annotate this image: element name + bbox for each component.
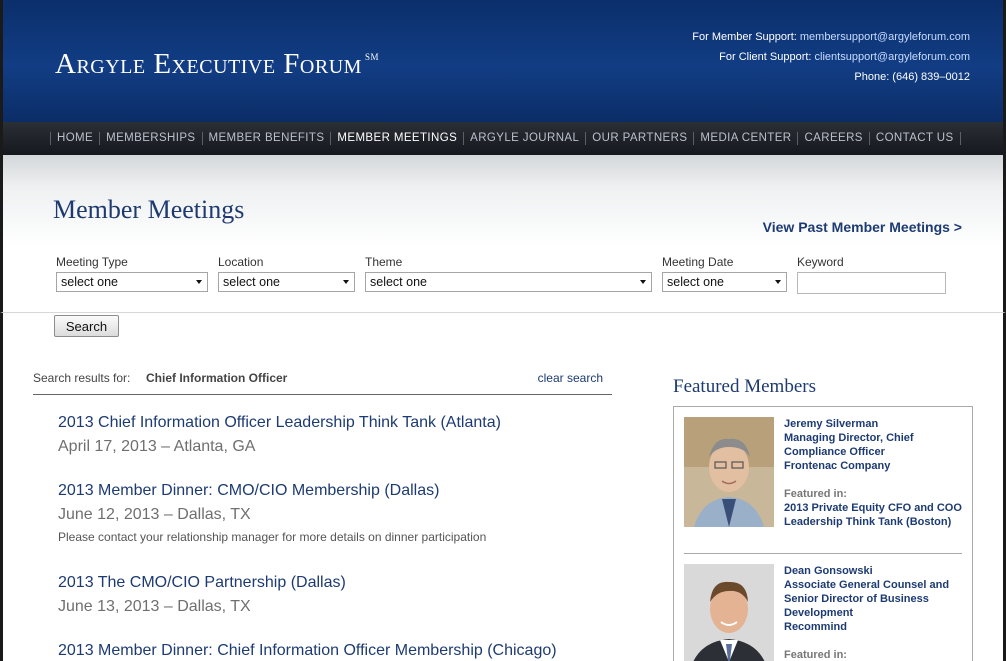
client-support-email-link[interactable]: clientsupport@argyleforum.com bbox=[815, 51, 970, 63]
meeting-type-label: Meeting Type bbox=[56, 255, 128, 269]
nav-item-member-meetings[interactable]: MEMBER MEETINGS bbox=[330, 132, 463, 145]
nav-item-careers[interactable]: CAREERS bbox=[797, 132, 868, 145]
result-title-link[interactable]: 2013 Member Dinner: CMO/CIO Membership (… bbox=[58, 482, 486, 500]
nav-item-memberships[interactable]: MEMBERSHIPS bbox=[99, 132, 201, 145]
client-support-label: For Client Support: bbox=[719, 51, 812, 63]
nav-item-member-benefits[interactable]: MEMBER BENEFITS bbox=[201, 132, 331, 145]
nav-item-our-partners[interactable]: OUR PARTNERS bbox=[585, 132, 693, 145]
chevron-down-icon bbox=[196, 280, 202, 284]
member-title: Associate General Counsel and Senior Dir… bbox=[784, 579, 950, 619]
list-item: 2013 Member Dinner: Chief Information Of… bbox=[58, 642, 557, 660]
featured-in-event-link[interactable]: 2013 Private Equity CFO and COO Leadersh… bbox=[784, 501, 964, 529]
site-header: Argyle Executive Forum SM For Member Supp… bbox=[0, 0, 1006, 122]
featured-in-label: Featured in: bbox=[784, 488, 847, 500]
member-photo[interactable] bbox=[684, 417, 774, 527]
result-note: Please contact your relationship manager… bbox=[58, 530, 487, 544]
list-item: 2013 The CMO/CIO Partnership (Dallas) Ju… bbox=[58, 574, 346, 616]
result-title-link[interactable]: 2013 Member Dinner: Chief Information Of… bbox=[58, 642, 557, 660]
featured-in-label: Featured in: bbox=[784, 649, 847, 661]
list-item: 2013 Member Dinner: CMO/CIO Membership (… bbox=[58, 482, 486, 544]
page-title: Member Meetings bbox=[53, 195, 245, 224]
support-phone: Phone: (646) 839–0012 bbox=[854, 71, 970, 83]
member-company: Frontenac Company bbox=[784, 460, 891, 472]
member-info: Jeremy Silverman Managing Director, Chie… bbox=[784, 417, 964, 529]
client-support-line: For Client Support: clientsupport@argyle… bbox=[719, 51, 970, 63]
site-logo[interactable]: Argyle Executive Forum SM bbox=[55, 48, 379, 81]
result-title-link[interactable]: 2013 The CMO/CIO Partnership (Dallas) bbox=[58, 574, 346, 592]
member-info: Dean Gonsowski Associate General Counsel… bbox=[784, 564, 964, 661]
service-mark: SM bbox=[364, 52, 379, 62]
location-select[interactable]: select one bbox=[218, 272, 355, 292]
result-title-link[interactable]: 2013 Chief Information Officer Leadershi… bbox=[58, 414, 501, 432]
member-support-label: For Member Support: bbox=[692, 31, 797, 43]
featured-members-panel: Jeremy Silverman Managing Director, Chie… bbox=[673, 406, 973, 661]
keyword-input[interactable] bbox=[797, 272, 946, 294]
main-nav: HOME MEMBERSHIPS MEMBER BENEFITS MEMBER … bbox=[0, 122, 1006, 155]
member-portrait-icon bbox=[684, 564, 774, 661]
theme-select[interactable]: select one bbox=[365, 272, 652, 292]
meeting-type-value: select one bbox=[61, 275, 118, 289]
result-date: June 13, 2013 – Dallas, TX bbox=[58, 598, 251, 615]
keyword-label: Keyword bbox=[797, 255, 844, 269]
meeting-date-value: select one bbox=[667, 275, 724, 289]
member-company: Recommind bbox=[784, 621, 847, 633]
theme-label: Theme bbox=[365, 255, 403, 269]
member-support-email-link[interactable]: membersupport@argyleforum.com bbox=[800, 31, 970, 43]
nav-item-home[interactable]: HOME bbox=[50, 132, 99, 145]
chevron-down-icon bbox=[640, 280, 646, 284]
member-divider bbox=[684, 553, 962, 554]
location-value: select one bbox=[223, 275, 280, 289]
chevron-down-icon bbox=[775, 280, 781, 284]
member-title: Managing Director, Chief Compliance Offi… bbox=[784, 432, 914, 458]
location-label: Location bbox=[218, 255, 264, 269]
clear-search-link[interactable]: clear search bbox=[538, 371, 603, 385]
meeting-date-label: Meeting Date bbox=[662, 255, 734, 269]
search-button[interactable]: Search bbox=[54, 315, 119, 337]
nav-item-argyle-journal[interactable]: ARGYLE JOURNAL bbox=[463, 132, 585, 145]
list-item: 2013 Chief Information Officer Leadershi… bbox=[58, 414, 501, 456]
member-name[interactable]: Jeremy Silverman bbox=[784, 417, 964, 431]
member-name[interactable]: Dean Gonsowski bbox=[784, 564, 964, 578]
chevron-down-icon bbox=[343, 280, 349, 284]
theme-value: select one bbox=[370, 275, 427, 289]
meeting-type-select[interactable]: select one bbox=[56, 272, 208, 292]
result-date: June 12, 2013 – Dallas, TX bbox=[58, 506, 251, 523]
member-portrait-icon bbox=[684, 417, 774, 527]
logo-text: Argyle Executive Forum bbox=[55, 48, 362, 80]
nav-item-contact-us[interactable]: CONTACT US bbox=[868, 132, 961, 145]
member-photo[interactable] bbox=[684, 564, 774, 661]
member-support-line: For Member Support: membersupport@argyle… bbox=[692, 31, 970, 43]
nav-item-media-center[interactable]: MEDIA CENTER bbox=[693, 132, 797, 145]
featured-members-heading: Featured Members bbox=[673, 376, 816, 397]
results-label: Search results for: bbox=[33, 371, 131, 385]
meeting-date-select[interactable]: select one bbox=[662, 272, 787, 292]
results-query: Chief Information Officer bbox=[146, 371, 288, 385]
results-header: Search results for: Chief Information Of… bbox=[33, 369, 612, 395]
result-date: April 17, 2013 – Atlanta, GA bbox=[58, 438, 256, 455]
search-filters: Meeting Type select one Location select … bbox=[0, 247, 1006, 313]
view-past-meetings-link[interactable]: View Past Member Meetings > bbox=[763, 219, 962, 235]
